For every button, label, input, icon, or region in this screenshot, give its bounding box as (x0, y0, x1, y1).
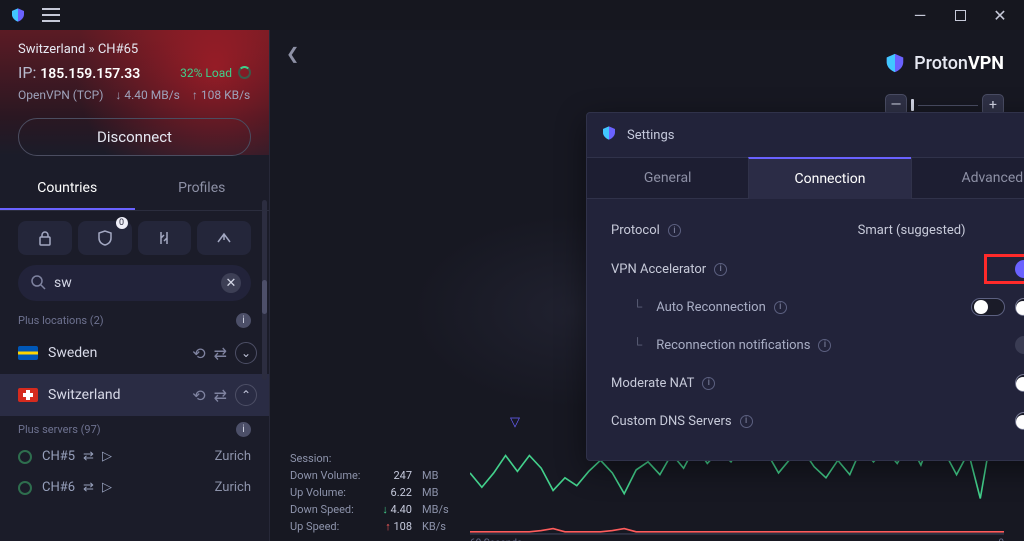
country-item-sweden[interactable]: Sweden ⟲ ⇄ ⌄ (0, 332, 269, 374)
moderate-nat-label: Moderate NAT (611, 376, 694, 391)
filter-netshield-icon[interactable] (78, 221, 132, 255)
stats-table: Session: Down Volume:247MB Up Volume:6.2… (290, 450, 452, 535)
window-minimize-button[interactable]: — (902, 3, 938, 27)
brand-logo: ProtonVPN (884, 52, 1004, 74)
load-ring-icon (238, 66, 251, 79)
app-logo-icon (10, 7, 26, 23)
back-button[interactable]: ❮ (286, 44, 299, 63)
connection-load: 32% Load (180, 66, 251, 80)
reconnect-notif-label: Reconnection notifications (656, 338, 810, 353)
settings-tab-advanced[interactable]: Advanced (911, 157, 1024, 199)
settings-modal: Settings ✕ General Connection Advanced P… (586, 112, 1024, 461)
play-icon: ▷ (102, 480, 112, 495)
filter-split-tunnel-icon[interactable] (197, 221, 251, 255)
filter-secure-core-icon[interactable] (18, 221, 72, 255)
server-item-ch6[interactable]: CH#6 ⇄ ▷ Zurich (0, 472, 269, 503)
refresh-icon[interactable]: ⇄ (214, 344, 227, 363)
protocol-select[interactable]: Smart (suggested) (858, 223, 966, 238)
window-maximize-button[interactable] (942, 3, 978, 27)
country-item-switzerland[interactable]: Switzerland ⟲ ⇄ ⌃ (0, 374, 269, 416)
server-load-icon (18, 450, 32, 464)
sidebar: Switzerland » CH#65 IP: 185.159.157.33 3… (0, 30, 270, 541)
custom-dns-toggle[interactable] (1015, 412, 1024, 430)
up-speed: ↑ 108 KB/s (192, 88, 250, 102)
refresh-icon[interactable]: ⇄ (214, 386, 227, 405)
vpn-accelerator-label: VPN Accelerator (611, 262, 706, 277)
auto-reconnect-label: Auto Reconnection (656, 300, 766, 315)
menu-icon[interactable] (42, 8, 60, 22)
filter-port-forward-icon[interactable] (138, 221, 192, 255)
plus-locations-header: Plus locations (2) (18, 314, 104, 327)
down-speed: ↓ 4.40 MB/s (115, 88, 179, 102)
sidebar-scrollbar[interactable] (262, 200, 267, 380)
auto-reconnect-toggle[interactable] (1015, 298, 1024, 316)
info-icon[interactable]: i (774, 301, 787, 314)
info-icon[interactable]: i (702, 377, 715, 390)
reconnect-notif-toggle[interactable] (1015, 336, 1024, 354)
plus-servers-header: Plus servers (97) (18, 423, 101, 436)
play-icon: ▷ (102, 449, 112, 464)
window-close-button[interactable]: ✕ (982, 3, 1018, 27)
flag-sweden-icon (18, 346, 38, 360)
main-area: ❮ CONNECTED ProtonVPN — + ▽ ▽ ▽ 6.92 MB/… (270, 30, 1024, 541)
settings-title: Settings (627, 128, 674, 143)
info-icon[interactable]: i (818, 339, 831, 352)
settings-tab-connection[interactable]: Connection (748, 157, 910, 199)
search-input[interactable] (18, 265, 251, 301)
connection-ip: IP: 185.159.157.33 (18, 63, 140, 82)
expand-sweden-button[interactable]: ⌄ (235, 342, 257, 364)
connection-location: Switzerland » CH#65 (18, 42, 251, 57)
connection-info: Switzerland » CH#65 IP: 185.159.157.33 3… (0, 30, 269, 106)
protocol-label: Protocol (611, 223, 660, 238)
title-bar: — ✕ (0, 0, 1024, 30)
app-logo-icon (601, 125, 617, 145)
zoom-level-icon (911, 99, 914, 111)
collapse-switzerland-button[interactable]: ⌃ (235, 384, 257, 406)
p2p-icon: ⟲ (192, 344, 205, 363)
tab-countries[interactable]: Countries (0, 170, 135, 210)
plus-servers-info-icon[interactable]: i (236, 422, 251, 437)
flag-switzerland-icon (18, 388, 38, 402)
info-icon[interactable]: i (740, 415, 753, 428)
p2p-icon: ⟲ (192, 386, 205, 405)
server-load-icon (18, 481, 32, 495)
vpn-accelerator-toggle[interactable] (1015, 260, 1024, 278)
server-item-ch5[interactable]: CH#5 ⇄ ▷ Zurich (0, 441, 269, 472)
moderate-nat-toggle[interactable] (1015, 374, 1024, 392)
info-icon[interactable]: i (714, 263, 727, 276)
tab-profiles[interactable]: Profiles (135, 170, 270, 210)
refresh-icon: ⇄ (83, 480, 94, 495)
refresh-icon: ⇄ (83, 449, 94, 464)
search-icon (30, 274, 46, 294)
disconnect-button[interactable]: Disconnect (18, 118, 251, 156)
plus-locations-info-icon[interactable]: i (236, 313, 251, 328)
custom-dns-label: Custom DNS Servers (611, 414, 732, 429)
info-icon[interactable]: i (668, 224, 681, 237)
chart-pin-icon: ▽ (510, 415, 520, 430)
search-clear-button[interactable]: ✕ (221, 273, 241, 293)
settings-tab-general[interactable]: General (587, 157, 748, 199)
connection-protocol: OpenVPN (TCP) (18, 88, 103, 102)
